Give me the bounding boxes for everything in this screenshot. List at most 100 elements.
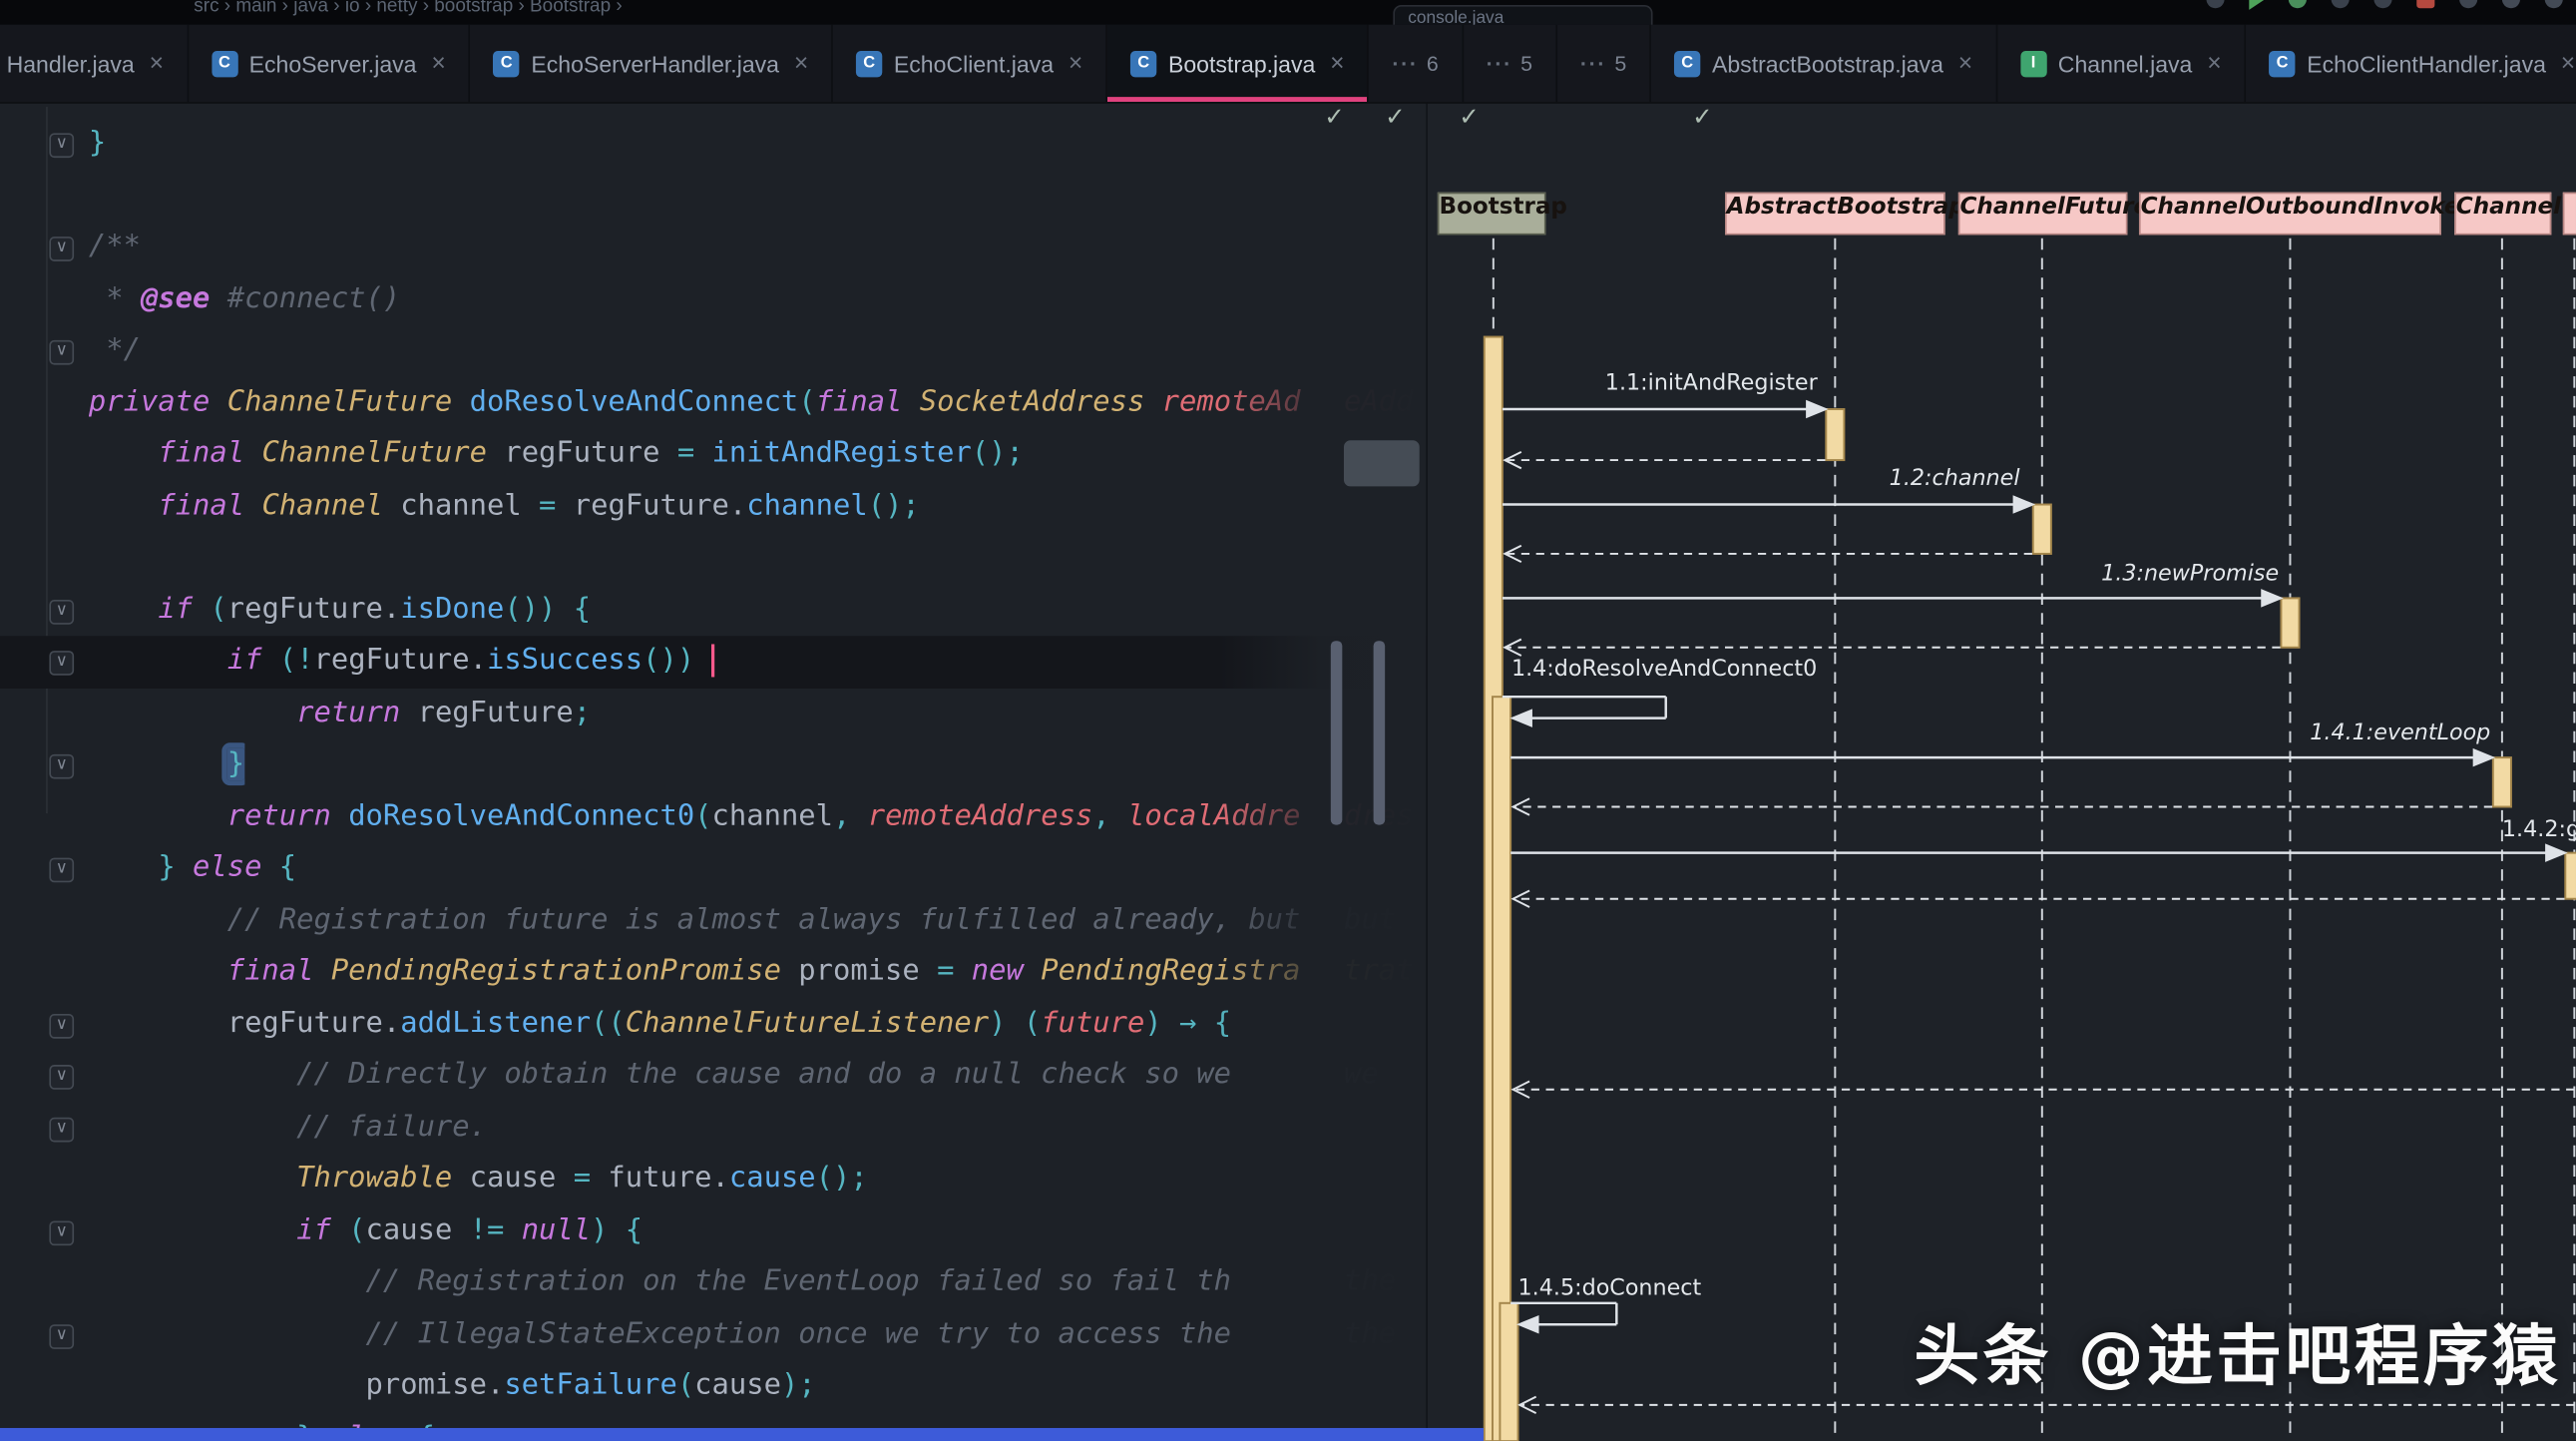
code-line[interactable]: ∨ if (!regFuture.isSuccess()): [0, 636, 1426, 688]
tab-label: EchoClient.java: [894, 50, 1054, 76]
coverage-icon[interactable]: [2332, 0, 2350, 8]
fold-icon[interactable]: ∨: [49, 133, 74, 158]
fold-icon[interactable]: ∨: [49, 858, 74, 883]
code-line[interactable]: ∨ regFuture.addListener((ChannelFutureLi…: [0, 998, 1426, 1050]
gutter: ∨: [0, 636, 82, 688]
activation-bootstrap-nested2[interactable]: [1500, 1303, 1517, 1441]
tab-abstractbootstrap-java[interactable]: CAbstractBootstrap.java×: [1651, 25, 1997, 102]
lifelines: [1494, 239, 2575, 1441]
tab-overflow-chip[interactable]: ···5: [1557, 25, 1651, 102]
code-line[interactable]: // Registration on the EventLoop failed …: [0, 1257, 1426, 1309]
activation-abstractbootstrap[interactable]: [1826, 409, 1844, 460]
code-line[interactable]: final ChannelFuture regFuture = initAndR…: [0, 429, 1426, 481]
tab-channel-java[interactable]: IChannel.java×: [1997, 25, 2246, 102]
tab-echoclienthandler-java[interactable]: CEchoClientHandler.java×: [2246, 25, 2576, 102]
participant-partial[interactable]: [2563, 193, 2576, 236]
code-line[interactable]: Throwable cause = future.cause();: [0, 1154, 1426, 1205]
fold-icon[interactable]: ∨: [49, 237, 74, 261]
code-line[interactable]: ∨ if (regFuture.isDone()) {: [0, 584, 1426, 636]
search-icon[interactable]: [2459, 0, 2477, 8]
participant-abstractbootstrap[interactable]: AbstractBootstrap: [1725, 193, 1945, 236]
code-text: final PendingRegistrationPromise promise…: [89, 946, 1301, 998]
tab-close-icon[interactable]: ×: [150, 49, 164, 77]
main-toolbar: src › main › java › io › netty › bootstr…: [0, 0, 2576, 25]
code-line[interactable]: ∨ }: [0, 739, 1426, 791]
tab-close-icon[interactable]: ×: [2207, 49, 2221, 77]
debug-icon[interactable]: [2289, 0, 2307, 8]
toolbar-icons: [2206, 0, 2562, 10]
activation-channelfuture[interactable]: [2033, 505, 2051, 554]
code-line[interactable]: // Registration future is almost always …: [0, 895, 1426, 947]
tab-echoserver-java[interactable]: CEchoServer.java×: [189, 25, 471, 102]
check-icon: ✓: [1324, 102, 1345, 132]
profiler-icon[interactable]: [2373, 0, 2391, 8]
code-editor[interactable]: ∨} ∨/** * @see #connect()∨ */private Chan…: [0, 102, 1426, 1441]
tab-close-icon[interactable]: ×: [2561, 49, 2575, 77]
gutter: [0, 1154, 82, 1205]
tab-bootstrap-java[interactable]: CBootstrap.java×: [1107, 25, 1369, 102]
code-line[interactable]: ∨ // Directly obtain the cause and do a …: [0, 1050, 1426, 1102]
gutter: ∨: [0, 1102, 82, 1154]
activation-edge[interactable]: [2565, 853, 2576, 899]
code-line[interactable]: ∨ */: [0, 325, 1426, 377]
activation-channel[interactable]: [2493, 757, 2511, 806]
fold-icon[interactable]: ∨: [49, 651, 74, 676]
activation-channeloutboundinvoker[interactable]: [2281, 598, 2299, 647]
code-line[interactable]: [0, 533, 1426, 585]
tab-close-icon[interactable]: ×: [1069, 49, 1082, 77]
scrollbar-thumb[interactable]: [1374, 641, 1386, 824]
fold-icon[interactable]: ∨: [49, 1065, 74, 1090]
tab-overflow-chip[interactable]: ···5: [1464, 25, 1557, 102]
editor-scrollbar-knob[interactable]: [1344, 440, 1420, 486]
code-line[interactable]: ∨ // failure.: [0, 1102, 1426, 1154]
code-line[interactable]: ∨/**: [0, 222, 1426, 273]
tab-label: Channel.java: [2058, 50, 2193, 76]
participant-bootstrap[interactable]: Bootstrap: [1438, 193, 1546, 236]
tab-close-icon[interactable]: ×: [1330, 49, 1344, 77]
fold-icon[interactable]: ∨: [49, 1220, 74, 1245]
tab-close-icon[interactable]: ×: [794, 49, 808, 77]
gutter: [0, 429, 82, 481]
code-line[interactable]: ∨}: [0, 119, 1426, 171]
tab-close-icon[interactable]: ×: [1958, 49, 1972, 77]
code-line[interactable]: private ChannelFuture doResolveAndConnec…: [0, 377, 1426, 429]
fold-icon[interactable]: ∨: [49, 340, 74, 365]
notifications-icon[interactable]: [2545, 0, 2563, 8]
code-line[interactable]: ∨ // IllegalStateException once we try t…: [0, 1309, 1426, 1361]
code-line[interactable]: final Channel channel = regFuture.channe…: [0, 481, 1426, 533]
fold-icon[interactable]: ∨: [49, 754, 74, 779]
scrollbar-thumb[interactable]: [1331, 641, 1343, 824]
code-line[interactable]: * @see #connect(): [0, 273, 1426, 325]
code-area[interactable]: ∨} ∨/** * @see #connect()∨ */private Chan…: [0, 119, 1426, 1441]
code-line[interactable]: return doResolveAndConnect0(channel, rem…: [0, 791, 1426, 843]
run-icon[interactable]: [2249, 0, 2264, 10]
build-icon[interactable]: [2206, 0, 2224, 8]
code-line[interactable]: final PendingRegistrationPromise promise…: [0, 946, 1426, 998]
run-configuration-select[interactable]: console.java: [1393, 5, 1652, 25]
tab-close-icon[interactable]: ×: [431, 49, 445, 77]
fold-icon[interactable]: ∨: [49, 1013, 74, 1038]
gutter: [0, 273, 82, 325]
code-text: promise.setFailure(cause);: [89, 1360, 816, 1412]
sequence-diagram-canvas: [1428, 102, 2576, 1441]
participant-channel[interactable]: Channel: [2454, 193, 2551, 236]
tab-overflow-chip[interactable]: ···6: [1369, 25, 1463, 102]
class-file-icon: C: [1130, 50, 1156, 76]
code-line[interactable]: ∨ } else {: [0, 843, 1426, 895]
tab-echoserverhandler-java[interactable]: CEchoServerHandler.java×: [470, 25, 833, 102]
fold-icon[interactable]: ∨: [49, 1117, 74, 1142]
participant-channeloutboundinvoker[interactable]: ChannelOutboundInvoker: [2139, 193, 2441, 236]
code-line[interactable]: promise.setFailure(cause);: [0, 1360, 1426, 1412]
code-line[interactable]: ∨ if (cause != null) {: [0, 1205, 1426, 1257]
stop-icon[interactable]: [2416, 0, 2434, 8]
breadcrumb[interactable]: src › main › java › io › netty › bootstr…: [194, 0, 622, 16]
sequence-diagram-panel[interactable]: Bootstrap AbstractBootstrap ChannelFutur…: [1426, 102, 2576, 1441]
fold-icon[interactable]: ∨: [49, 599, 74, 624]
code-line[interactable]: [0, 170, 1426, 222]
gear-icon[interactable]: [2502, 0, 2520, 8]
tab-handler-java[interactable]: Handler.java×: [0, 25, 189, 102]
participant-channelfuture[interactable]: ChannelFuture: [1958, 193, 2128, 236]
tab-echoclient-java[interactable]: CEchoClient.java×: [833, 25, 1107, 102]
code-line[interactable]: return regFuture;: [0, 688, 1426, 739]
fold-icon[interactable]: ∨: [49, 1323, 74, 1348]
